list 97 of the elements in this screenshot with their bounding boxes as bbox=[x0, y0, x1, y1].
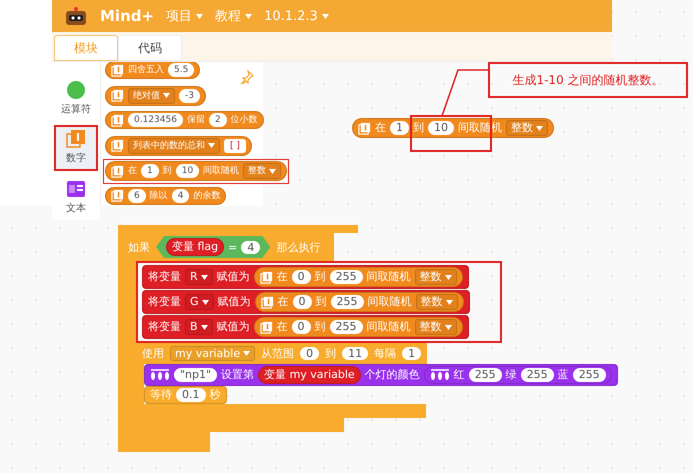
reporter-block[interactable]: 列表中的数的总和 [ ] bbox=[105, 136, 252, 156]
reporter-block[interactable]: 变量 flag bbox=[166, 238, 224, 256]
reporter-block[interactable]: 在 1 到 10 间取随机 整数 bbox=[352, 118, 554, 138]
code-block[interactable]: "np1" 设置第 变量 my variable 个灯的颜色 红 255 绿 255 蓝 255 bbox=[144, 364, 618, 386]
value-field[interactable]: 0 bbox=[292, 270, 311, 284]
block-label: 在 bbox=[278, 295, 289, 309]
reporter-block[interactable]: 四舍五入 5.5 bbox=[105, 62, 200, 79]
value-field[interactable]: 0 bbox=[300, 347, 320, 360]
block-label: 设置第 bbox=[221, 368, 254, 382]
block-label: 间取随机 bbox=[368, 295, 412, 309]
mode-tab[interactable]: 代码 bbox=[118, 35, 182, 61]
block-label: 如果 bbox=[128, 240, 150, 254]
category-item[interactable]: 文本 bbox=[54, 174, 98, 220]
value-field[interactable]: "np1" bbox=[174, 368, 218, 382]
code-block[interactable]: 将变量 B 赋值为 在 0 到 255 间取随机 整数 bbox=[142, 315, 469, 339]
block-label: = bbox=[228, 240, 238, 254]
block-label: 红 bbox=[454, 368, 465, 382]
value-field[interactable]: 2 bbox=[208, 113, 227, 127]
value-field[interactable]: 255 bbox=[330, 295, 364, 309]
annotation-note: 生成1-10 之间的随机整数。 bbox=[488, 62, 688, 98]
value-field[interactable]: 1 bbox=[402, 347, 422, 360]
value-field[interactable]: 10 bbox=[428, 121, 454, 135]
reporter-block[interactable]: 0.123456 保留 2 位小数 bbox=[105, 111, 264, 129]
block-label: 的余数 bbox=[193, 190, 220, 202]
block-label: 秒 bbox=[210, 388, 220, 402]
block-label: 变量 my variable bbox=[264, 368, 355, 382]
list-field[interactable]: [ ] bbox=[224, 138, 246, 152]
block-label: 到 bbox=[413, 121, 424, 135]
category-item[interactable]: 数字 bbox=[54, 125, 98, 171]
block-label: 等待 bbox=[150, 388, 172, 402]
block-label: 将变量 bbox=[148, 270, 181, 284]
block-dropdown[interactable]: B bbox=[185, 319, 213, 335]
block-label: 到 bbox=[314, 270, 326, 284]
block-label: 到 bbox=[314, 320, 326, 334]
block-label: 个灯的颜色 bbox=[364, 368, 420, 382]
block-label: 赋值为 bbox=[218, 295, 251, 309]
value-field[interactable]: 10 bbox=[176, 164, 200, 178]
reporter-block[interactable]: 变量 my variable bbox=[258, 366, 361, 384]
value-field[interactable]: 255 bbox=[468, 368, 502, 382]
block-dropdown[interactable]: G bbox=[185, 294, 214, 310]
value-field[interactable]: 4 bbox=[241, 240, 260, 254]
value-field[interactable]: 6 bbox=[128, 188, 146, 202]
value-field[interactable]: 0 bbox=[292, 295, 312, 309]
block-label: 使用 bbox=[142, 346, 164, 361]
block-label: 在 bbox=[128, 164, 137, 178]
value-field[interactable]: 255 bbox=[330, 270, 363, 284]
value-field[interactable]: 0.1 bbox=[176, 388, 206, 402]
value-field[interactable]: 1 bbox=[141, 164, 159, 178]
value-field[interactable]: 4 bbox=[172, 188, 190, 202]
block-label: 在 bbox=[375, 121, 386, 135]
code-block[interactable]: 等待 0.1 秒 bbox=[144, 386, 226, 404]
block-label: 蓝 bbox=[558, 368, 569, 382]
block-label: 间取随机 bbox=[203, 164, 240, 178]
block-label: 保留 bbox=[186, 114, 205, 127]
block-label: 到 bbox=[162, 164, 172, 178]
value-field[interactable]: 0 bbox=[292, 320, 311, 334]
value-field[interactable]: 255 bbox=[572, 368, 606, 382]
block-label: 绿 bbox=[506, 368, 517, 382]
reporter-block[interactable]: 在 0 到 255 间取随机 整数 bbox=[254, 267, 463, 287]
value-field[interactable]: 255 bbox=[520, 368, 554, 382]
value-field[interactable]: 255 bbox=[330, 320, 363, 334]
value-field[interactable]: -3 bbox=[179, 88, 200, 102]
code-block[interactable]: 将变量 G 赋值为 在 0 到 255 间取随机 整数 bbox=[142, 290, 470, 314]
reporter-block[interactable]: 在 0 到 255 间取随机 整数 bbox=[254, 292, 464, 312]
block-label: 在 bbox=[276, 320, 288, 334]
block-label: 间取随机 bbox=[366, 320, 411, 334]
code-block[interactable]: 将变量 R 赋值为 在 0 到 255 间取随机 整数 bbox=[142, 265, 469, 289]
reporter-block[interactable]: 在 1 到 10 间取随机 整数 bbox=[105, 161, 288, 181]
value-field[interactable]: 1 bbox=[390, 121, 409, 135]
reporter-block[interactable]: 绝对值 -3 bbox=[105, 86, 206, 106]
block-label: 从范围 bbox=[261, 346, 294, 361]
block-label: 到 bbox=[325, 346, 336, 361]
block-label: 赋值为 bbox=[216, 270, 250, 284]
block-label: 在 bbox=[276, 270, 288, 284]
block-label: 每隔 bbox=[374, 346, 396, 361]
block-label: 将变量 bbox=[148, 320, 181, 334]
block-label: 到 bbox=[316, 295, 327, 309]
block-label: 将变量 bbox=[148, 295, 181, 309]
value-field[interactable]: 5.5 bbox=[168, 63, 194, 77]
value-field[interactable]: 11 bbox=[342, 347, 368, 360]
block-label: 位小数 bbox=[230, 114, 258, 127]
value-field[interactable]: 0.123456 bbox=[128, 113, 183, 127]
condition-block[interactable]: 变量 flag = 4 bbox=[156, 236, 270, 258]
reporter-block[interactable]: 红 255 绿 255 蓝 255 bbox=[424, 366, 612, 384]
block-label: 间取随机 bbox=[458, 121, 502, 135]
block-label: 间取随机 bbox=[366, 270, 411, 284]
block-label: 除以 bbox=[150, 190, 168, 202]
block-label: 赋值为 bbox=[216, 320, 250, 334]
app-logo: Mind+ bbox=[100, 7, 154, 25]
block-dropdown[interactable]: R bbox=[185, 269, 213, 285]
reporter-block[interactable]: 6 除以 4 的余数 bbox=[105, 186, 226, 204]
block-label: 那么执行 bbox=[276, 240, 320, 254]
loop-block[interactable]: 使用 my variable 从范围 0 到 11 每隔 1 bbox=[136, 343, 428, 364]
category-item[interactable]: 运算符 bbox=[54, 76, 98, 122]
block-label: 变量 flag bbox=[172, 240, 218, 254]
block-label: 四舍五入 bbox=[128, 64, 164, 77]
reporter-block[interactable]: 在 0 到 255 间取随机 整数 bbox=[254, 317, 463, 337]
